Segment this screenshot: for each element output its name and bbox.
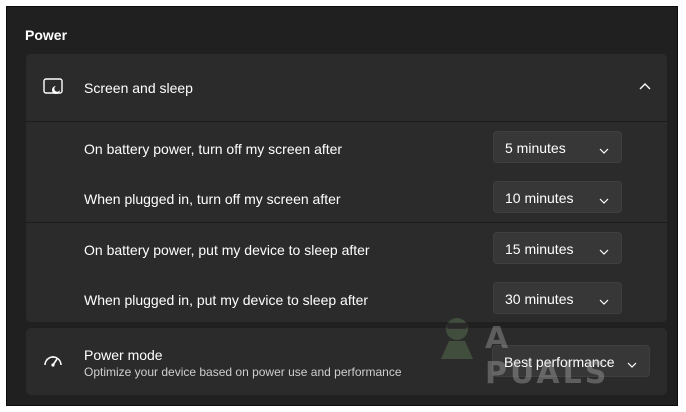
gauge-icon [43,352,63,373]
chevron-down-icon [599,193,609,211]
power-mode-title: Power mode [84,347,163,363]
dropdown-value: 5 minutes [505,140,566,156]
setting-label-plugged-screen: When plugged in, turn off my screen afte… [84,191,341,207]
chevron-down-icon [599,143,609,161]
divider [26,121,667,122]
plugged-screen-dropdown[interactable]: 10 minutes [493,181,622,213]
power-settings-window: Power Screen and sleep On battery power,… [6,6,678,406]
dropdown-value: 10 minutes [505,190,574,206]
power-mode-card: Power mode Optimize your device based on… [26,328,667,395]
dropdown-value: Best performance [504,354,615,370]
screen-sleep-header[interactable]: Screen and sleep [26,54,667,121]
chevron-down-icon [599,244,609,262]
battery-sleep-dropdown[interactable]: 15 minutes [493,232,622,264]
battery-screen-dropdown[interactable]: 5 minutes [493,131,622,163]
setting-label-plugged-sleep: When plugged in, put my device to sleep … [84,292,369,308]
power-mode-dropdown[interactable]: Best performance [492,345,650,377]
divider [26,222,667,223]
setting-label-battery-screen: On battery power, turn off my screen aft… [84,141,343,157]
screen-sleep-icon [43,78,63,101]
screen-sleep-card: Screen and sleep On battery power, turn … [26,54,667,322]
dropdown-value: 15 minutes [505,241,574,257]
chevron-down-icon [599,294,609,312]
chevron-down-icon [627,357,637,375]
dropdown-value: 30 minutes [505,291,574,307]
screen-sleep-title: Screen and sleep [84,80,193,96]
power-mode-description: Optimize your device based on power use … [84,365,402,379]
plugged-sleep-dropdown[interactable]: 30 minutes [493,282,622,314]
chevron-up-icon[interactable] [639,80,651,98]
section-title: Power [25,27,68,43]
setting-label-battery-sleep: On battery power, put my device to sleep… [84,242,370,258]
